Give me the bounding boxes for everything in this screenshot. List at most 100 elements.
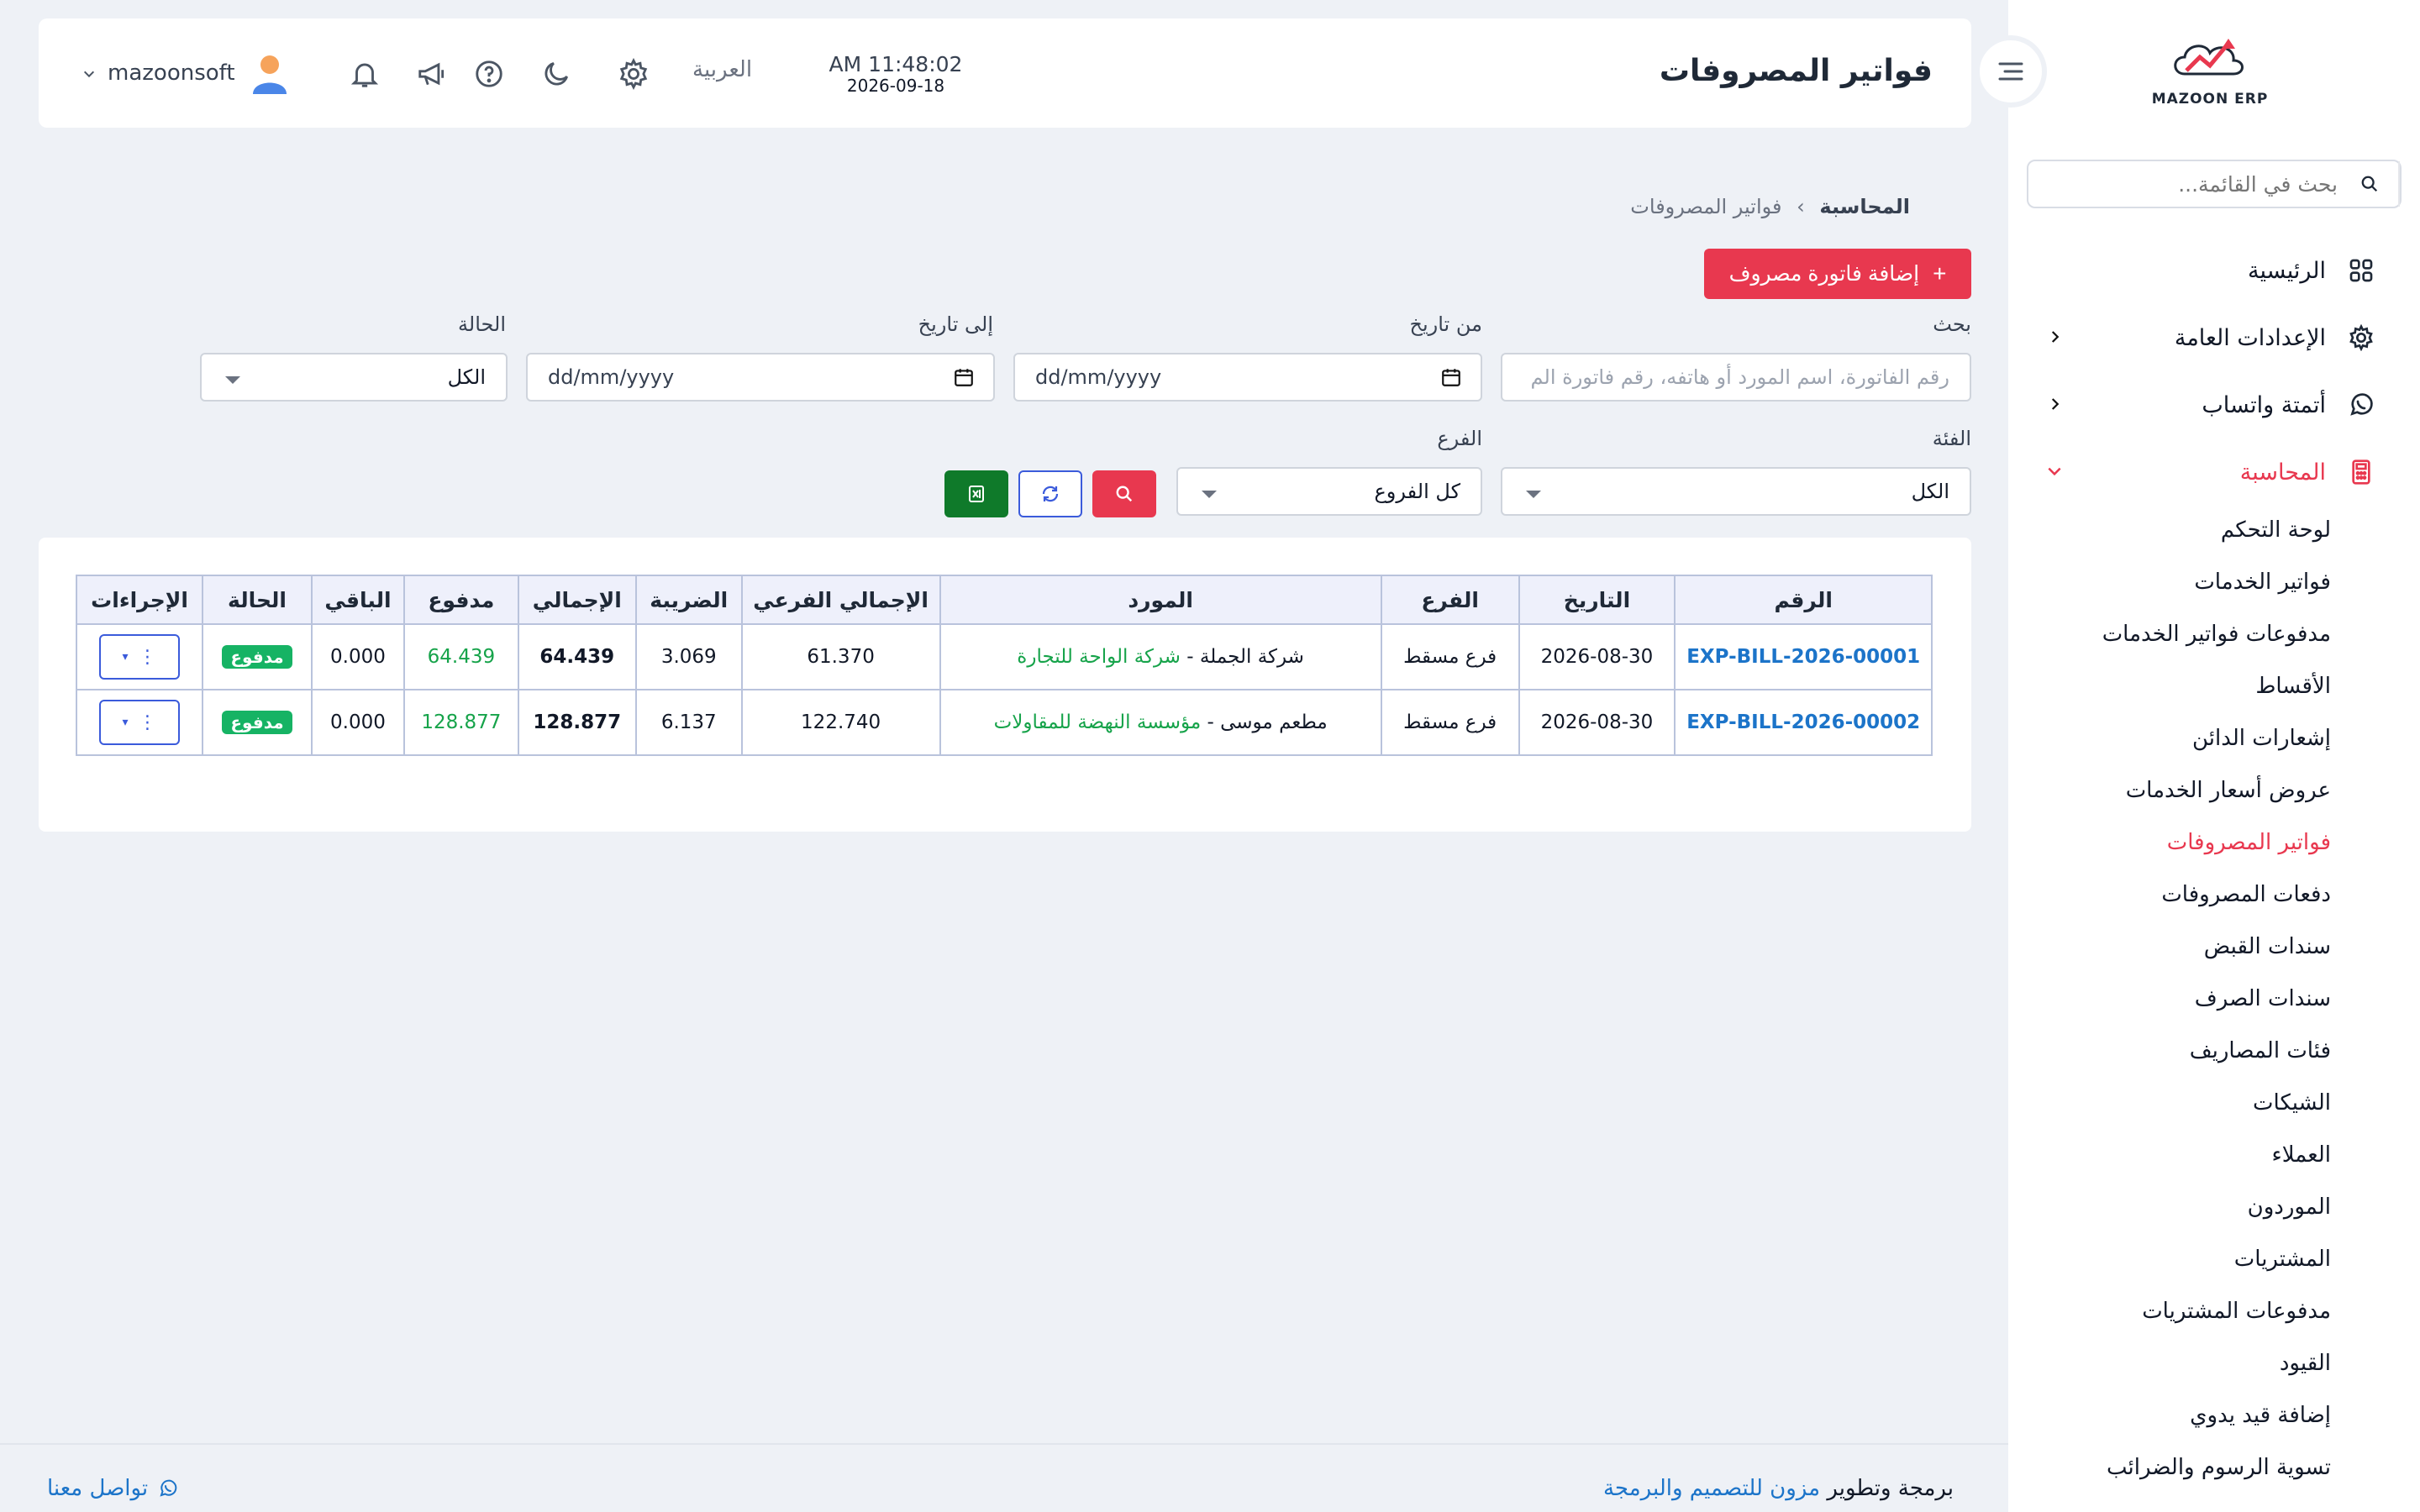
col-subtotal[interactable]: الإجمالي الفرعي — [740, 575, 941, 625]
help-icon[interactable] — [471, 55, 508, 92]
sidebar-item-settings[interactable]: الإعدادات العامة — [2042, 316, 2378, 360]
search-button[interactable] — [1092, 470, 1156, 517]
export-excel-button[interactable] — [944, 470, 1008, 517]
status-select[interactable]: الكل — [200, 353, 508, 402]
footer-divider — [0, 1443, 2008, 1445]
sidebar-item-accounting[interactable]: المحاسبة — [2042, 450, 2378, 494]
sidebar-sub-expense-payments[interactable]: دفعات المصروفات — [2062, 882, 2331, 907]
sidebar-search[interactable] — [2027, 160, 2402, 208]
megaphone-icon[interactable] — [413, 55, 450, 92]
breadcrumb-parent[interactable]: المحاسبة — [1819, 195, 1910, 218]
col-date[interactable]: التاريخ — [1518, 575, 1676, 625]
sidebar-sub-journal-entries[interactable]: القيود — [2062, 1351, 2331, 1376]
refresh-icon — [1042, 486, 1059, 502]
col-paid[interactable]: مدفوع — [402, 575, 519, 625]
from-date-input[interactable]: dd/mm/yyyy — [1013, 353, 1482, 402]
from-date-placeholder: dd/mm/yyyy — [1035, 365, 1162, 389]
sidebar-sub-purchases[interactable]: المشتريات — [2062, 1247, 2331, 1272]
caret-down-icon: ▾ — [122, 716, 129, 729]
search-icon[interactable] — [2341, 161, 2400, 207]
bill-number-link[interactable]: EXP-BILL-2026-00001 — [1674, 623, 1933, 690]
table-row: EXP-BILL-2026-00001 2026-08-30 فرع مسقط … — [75, 623, 1933, 690]
sidebar-sub-expense-bills[interactable]: فواتير المصروفات — [2062, 830, 2331, 855]
sidebar-sub-service-invoices[interactable]: فواتير الخدمات — [2062, 570, 2331, 595]
bill-remaining: 0.000 — [310, 623, 405, 690]
sidebar-sub-expense-categories[interactable]: فئات المصاريف — [2062, 1038, 2331, 1063]
col-tax[interactable]: الضريبة — [634, 575, 743, 625]
bill-status: مدفوع — [202, 623, 313, 690]
col-number[interactable]: الرقم — [1674, 575, 1933, 625]
table-header-row: الرقم التاريخ الفرع المورد الإجمالي الفر… — [75, 575, 1933, 625]
sidebar-sub-receipt-vouchers[interactable]: سندات القبض — [2062, 934, 2331, 959]
chevron-down-icon — [1202, 491, 1217, 498]
col-actions: الإجراءات — [75, 575, 204, 625]
sidebar-sub-installments[interactable]: الأقساط — [2062, 674, 2331, 699]
sidebar-sub-service-invoice-payments[interactable]: مدفوعات فواتير الخدمات — [2028, 622, 2331, 647]
bell-icon[interactable] — [346, 55, 383, 92]
app-logo[interactable]: MAZOON ERP — [2147, 32, 2273, 116]
bill-total: 128.877 — [517, 689, 637, 756]
sidebar-sub-credit-notes[interactable]: إشعارات الدائن — [2062, 726, 2331, 751]
moon-icon[interactable] — [538, 55, 575, 92]
branch-select[interactable]: كل الفروع — [1176, 467, 1482, 516]
col-remaining[interactable]: الباقي — [310, 575, 405, 625]
sidebar-item-home[interactable]: الرئيسية — [2042, 249, 2378, 292]
sidebar-sub-purchase-payments[interactable]: مدفوعات المشتريات — [2062, 1299, 2331, 1324]
sidebar: MAZOON ERP الرئيسية الإعدادات العامة أتم… — [2008, 0, 2420, 1512]
clock-date: 2026-09-18 — [846, 76, 945, 96]
excel-icon — [969, 486, 984, 502]
search-input[interactable]: رقم الفاتورة، اسم المورد أو هاتفه، رقم ف… — [1501, 353, 1971, 402]
col-total[interactable]: الإجمالي — [517, 575, 637, 625]
menu-toggle-button[interactable] — [1975, 35, 2047, 108]
footer-company-link[interactable]: مزون للتصميم والبرمجة — [1603, 1476, 1820, 1501]
col-status[interactable]: الحالة — [202, 575, 313, 625]
sidebar-sub-manual-entry[interactable]: إضافة قيد يدوي — [2062, 1403, 2331, 1428]
bill-status: مدفوع — [202, 689, 313, 756]
actions-dropdown-button[interactable]: ⋮ ▾ — [99, 634, 181, 680]
page-title: فواتير المصروفات — [1659, 54, 1933, 88]
sidebar-item-label: المحاسبة — [2239, 459, 2326, 486]
add-expense-bill-button[interactable]: + إضافة فاتورة مصروف — [1704, 249, 1971, 299]
sidebar-sub-fees-tax-settlement[interactable]: تسوية الرسوم والضرائب — [2012, 1455, 2331, 1480]
reset-button[interactable] — [1018, 470, 1082, 517]
actions-dropdown-button[interactable]: ⋮ ▾ — [99, 700, 181, 745]
gear-icon — [2344, 321, 2378, 354]
supplier-category: شركة الجملة — [1199, 646, 1304, 668]
language-switch[interactable]: العربية — [692, 57, 752, 82]
avatar[interactable] — [249, 52, 291, 94]
sidebar-search-input[interactable] — [2054, 168, 2339, 200]
col-branch[interactable]: الفرع — [1380, 575, 1520, 625]
chevron-down-icon — [2042, 459, 2067, 484]
contact-us-link[interactable]: تواصل معنا — [47, 1476, 178, 1501]
branch-label: الفرع — [1437, 427, 1482, 450]
col-supplier[interactable]: المورد — [939, 575, 1382, 625]
calendar-icon[interactable] — [953, 366, 975, 393]
top-header: فواتير المصروفات mazoonsoft العربية AM 1… — [39, 18, 1971, 128]
category-label: الفئة — [1932, 427, 1971, 450]
menu-icon — [1998, 62, 2023, 81]
sidebar-sub-customers[interactable]: العملاء — [2062, 1142, 2331, 1168]
sidebar-sub-dashboard[interactable]: لوحة التحكم — [2062, 517, 2331, 543]
sidebar-sub-suppliers[interactable]: الموردون — [2062, 1194, 2331, 1220]
to-date-input[interactable]: dd/mm/yyyy — [526, 353, 995, 402]
sidebar-item-whatsapp[interactable]: أتمتة واتساب — [2042, 383, 2378, 427]
to-date-label: إلى تاريخ — [918, 312, 993, 336]
bill-remaining: 0.000 — [310, 689, 405, 756]
calendar-icon[interactable] — [1440, 366, 1462, 393]
bill-date: 2026-08-30 — [1518, 689, 1676, 756]
grid-icon — [2344, 254, 2378, 287]
sidebar-sub-cheques[interactable]: الشيكات — [2062, 1090, 2331, 1116]
sidebar-sub-payment-vouchers[interactable]: سندات الصرف — [2062, 986, 2331, 1011]
bill-date: 2026-08-30 — [1518, 623, 1676, 690]
bill-number-link[interactable]: EXP-BILL-2026-00002 — [1674, 689, 1933, 756]
clock-time: AM 11:48:02 — [829, 52, 963, 76]
gear-icon[interactable] — [615, 55, 652, 92]
username[interactable]: mazoonsoft — [108, 60, 235, 86]
bill-tax: 6.137 — [634, 689, 743, 756]
sidebar-sub-service-quotes[interactable]: عروض أسعار الخدمات — [2062, 778, 2331, 803]
chevron-down-icon[interactable] — [79, 55, 99, 92]
chevron-left-icon — [2042, 324, 2067, 349]
supplier-separator: - — [1180, 646, 1200, 668]
kebab-icon: ⋮ — [138, 646, 157, 668]
category-select[interactable]: الكل — [1501, 467, 1971, 516]
